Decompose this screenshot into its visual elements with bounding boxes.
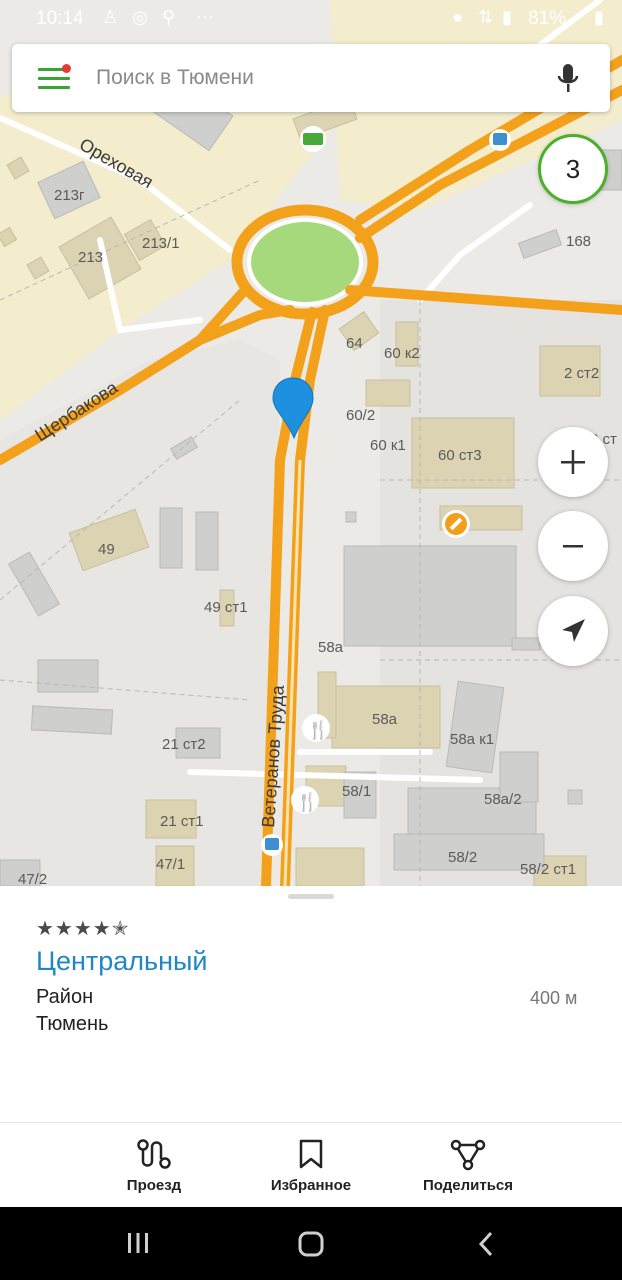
- search-bar[interactable]: Поиск в Тюмени: [12, 44, 610, 112]
- location-icon: ●: [452, 7, 463, 27]
- building-label: 58а: [318, 639, 344, 656]
- building-label: 21 ст1: [160, 813, 204, 830]
- restaurant-icon[interactable]: 🍴: [291, 786, 319, 814]
- search-icon: ⚲: [162, 7, 176, 27]
- notification-icon: ♙: [102, 7, 119, 27]
- microphone-icon[interactable]: [554, 62, 582, 96]
- building-label: 60 к2: [384, 345, 420, 362]
- status-bar: 10:14 ♙ ◎ ⚲ ⋯ ● ⇅ ▮ 81% ▮: [0, 0, 622, 38]
- share-icon: [450, 1139, 486, 1171]
- bookmark-icon: [299, 1139, 323, 1169]
- route-label: Проезд: [126, 1177, 182, 1194]
- search-input[interactable]: Поиск в Тюмени: [96, 66, 254, 90]
- back-icon[interactable]: [476, 1231, 496, 1257]
- building-label: 2 ст2: [564, 365, 599, 382]
- building-label: 49 ст1: [204, 599, 248, 616]
- battery-percent: 81%: [528, 8, 567, 29]
- building-label: 64: [346, 335, 363, 352]
- building-label: 21 ст2: [162, 736, 206, 753]
- action-bar: Проезд Избранное Поделиться: [0, 1122, 622, 1208]
- building-label: 58/2: [448, 849, 477, 866]
- place-title[interactable]: Центральный: [36, 946, 208, 977]
- favorite-label: Избранное: [270, 1177, 352, 1194]
- place-city: Тюмень: [36, 1013, 109, 1035]
- favorite-button[interactable]: Избранное: [221, 1123, 401, 1208]
- building-label: 58/1: [342, 783, 371, 800]
- share-label: Поделиться: [422, 1177, 514, 1194]
- map-view[interactable]: Ореховая Щербакова Ветеранов Труда 213г …: [0, 0, 622, 886]
- status-time: 10:14: [36, 8, 84, 29]
- notification-dot: [62, 64, 71, 73]
- zoom-out-button[interactable]: [538, 511, 608, 581]
- home-icon[interactable]: [298, 1231, 324, 1257]
- building-label: 213/1: [142, 235, 180, 252]
- route-button[interactable]: Проезд: [64, 1123, 244, 1208]
- svg-text:🍴: 🍴: [296, 791, 318, 813]
- building-label: 47/2: [18, 871, 47, 886]
- building-label: 60 к1: [370, 437, 406, 454]
- building-label: 58а/2: [484, 791, 522, 808]
- route-icon: [137, 1139, 171, 1169]
- building-label: 47/1: [156, 856, 185, 873]
- navigation-arrow-icon: [562, 619, 585, 642]
- bus-stop-icon[interactable]: [489, 129, 511, 151]
- bus-stop-icon[interactable]: [261, 834, 283, 856]
- minus-icon: [563, 545, 583, 548]
- atm-icon[interactable]: [300, 126, 326, 152]
- restaurant-icon[interactable]: 🍴: [302, 714, 330, 742]
- building-label: 58а: [372, 711, 398, 728]
- sheet-handle[interactable]: [288, 894, 334, 899]
- more-icon: ⋯: [196, 7, 214, 27]
- building-label: 58а к1: [450, 731, 494, 748]
- rating-stars: ★★★★✭: [36, 918, 130, 940]
- system-nav-bar: [0, 1207, 622, 1280]
- building-label: 213: [78, 249, 103, 266]
- place-distance: 400 м: [530, 988, 578, 1008]
- recents-icon[interactable]: [126, 1231, 150, 1255]
- fitness-icon[interactable]: [442, 510, 470, 538]
- my-location-button[interactable]: [538, 596, 608, 666]
- building-label: 168: [566, 233, 591, 250]
- battery-icon: ▮: [594, 7, 604, 27]
- zoom-in-button[interactable]: [538, 427, 608, 497]
- svg-text:🍴: 🍴: [307, 719, 329, 741]
- building-label: 60/2: [346, 407, 375, 424]
- building-label: 49: [98, 541, 115, 558]
- sync-icon: ◎: [132, 7, 148, 27]
- building-label: 58/2 ст1: [520, 861, 576, 878]
- plus-icon: [561, 450, 585, 474]
- place-type: Район: [36, 986, 94, 1008]
- traffic-level-button[interactable]: 3: [538, 134, 608, 204]
- building-label: 60 ст3: [438, 447, 482, 464]
- signal-icon: ▮: [502, 7, 512, 27]
- building-label: 213г: [54, 187, 85, 204]
- data-icon: ⇅: [478, 7, 494, 27]
- share-button[interactable]: Поделиться: [378, 1123, 558, 1208]
